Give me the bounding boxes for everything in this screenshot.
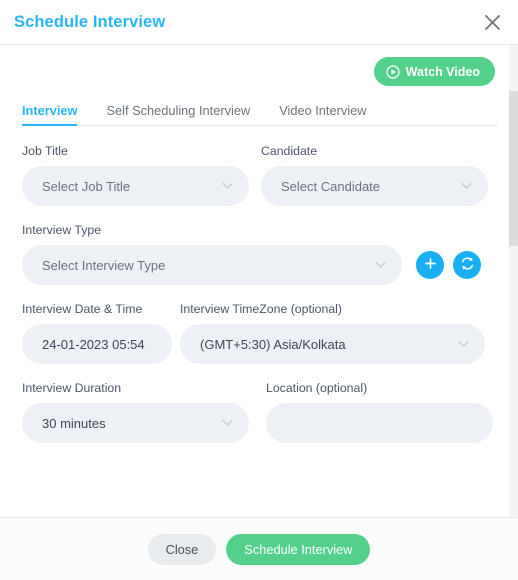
schedule-interview-form: Job Title Select Job Title Candidate Sel…: [22, 126, 496, 443]
chevron-down-icon: [222, 419, 233, 427]
interview-duration-label: Interview Duration: [22, 381, 122, 395]
job-title-value: Select Job Title: [42, 178, 131, 194]
interview-duration-value: 30 minutes: [42, 415, 106, 431]
refresh-interview-type-button[interactable]: [453, 251, 481, 279]
interview-datetime-label: Interview Date & Time: [22, 302, 143, 316]
watch-video-label: Watch Video: [405, 64, 480, 79]
chevron-down-icon: [375, 261, 386, 269]
interview-type-controls: Select Interview Type: [22, 245, 496, 285]
field-interview-timezone: Interview TimeZone (optional) (GMT+5:30)…: [180, 302, 485, 364]
refresh-icon: [459, 255, 476, 275]
form-row-job-candidate: Job Title Select Job Title Candidate Sel…: [22, 144, 496, 206]
candidate-select[interactable]: Select Candidate: [261, 166, 488, 206]
candidate-label: Candidate: [261, 144, 318, 158]
chevron-down-icon: [222, 182, 233, 190]
form-row-duration-location: Interview Duration 30 minutes Location (…: [22, 381, 496, 443]
interview-timezone-label: Interview TimeZone (optional): [180, 302, 342, 316]
interview-type-value: Select Interview Type: [42, 257, 166, 273]
watch-video-button[interactable]: Watch Video: [373, 57, 495, 86]
modal-header: Schedule Interview: [0, 0, 518, 45]
chevron-down-icon: [458, 340, 469, 348]
field-interview-type: Interview Type Select Interview Type: [22, 223, 496, 285]
interview-timezone-value: (GMT+5:30) Asia/Kolkata: [200, 336, 346, 352]
body-scrollbar-thumb[interactable]: [509, 91, 518, 246]
field-interview-duration: Interview Duration 30 minutes: [22, 381, 249, 443]
modal-footer: Close Schedule Interview: [0, 518, 518, 580]
field-location: Location (optional): [266, 381, 493, 443]
schedule-interview-button[interactable]: Schedule Interview: [226, 533, 371, 565]
job-title-select[interactable]: Select Job Title: [22, 166, 249, 206]
close-button[interactable]: Close: [147, 533, 217, 565]
form-row-datetime-timezone: Interview Date & Time 24-01-2023 05:54 I…: [22, 302, 496, 364]
body-scrollbar-track[interactable]: [509, 45, 518, 517]
job-title-label: Job Title: [22, 144, 68, 158]
plus-icon: [423, 256, 438, 274]
interview-datetime-value: 24-01-2023 05:54: [42, 336, 145, 352]
interview-duration-select[interactable]: 30 minutes: [22, 403, 249, 443]
modal-body: Watch Video Interview Self Scheduling In…: [0, 45, 518, 518]
tab-video-interview[interactable]: Video Interview: [279, 103, 366, 125]
page-title: Schedule Interview: [14, 12, 166, 31]
field-job-title: Job Title Select Job Title: [22, 144, 249, 206]
watch-video-row: Watch Video: [22, 57, 496, 86]
interview-datetime-input[interactable]: 24-01-2023 05:54: [22, 324, 172, 364]
interview-timezone-select[interactable]: (GMT+5:30) Asia/Kolkata: [180, 324, 485, 364]
chevron-down-icon: [461, 182, 472, 190]
candidate-value: Select Candidate: [281, 178, 381, 194]
add-interview-type-button[interactable]: [416, 251, 444, 279]
location-input[interactable]: [266, 403, 493, 443]
form-row-interview-type: Interview Type Select Interview Type: [22, 223, 496, 285]
close-icon[interactable]: [480, 10, 504, 34]
play-circle-icon: [386, 64, 400, 79]
tab-interview[interactable]: Interview: [22, 103, 78, 126]
tab-self-scheduling-interview[interactable]: Self Scheduling Interview: [106, 103, 250, 125]
field-candidate: Candidate Select Candidate: [261, 144, 488, 206]
schedule-interview-modal: Schedule Interview Watch Video Interview…: [0, 0, 518, 580]
interview-type-select[interactable]: Select Interview Type: [22, 245, 402, 285]
tab-bar: Interview Self Scheduling Interview Vide…: [22, 94, 498, 126]
interview-type-label: Interview Type: [22, 223, 102, 237]
location-label: Location (optional): [266, 381, 368, 395]
field-interview-datetime: Interview Date & Time 24-01-2023 05:54: [22, 302, 172, 364]
